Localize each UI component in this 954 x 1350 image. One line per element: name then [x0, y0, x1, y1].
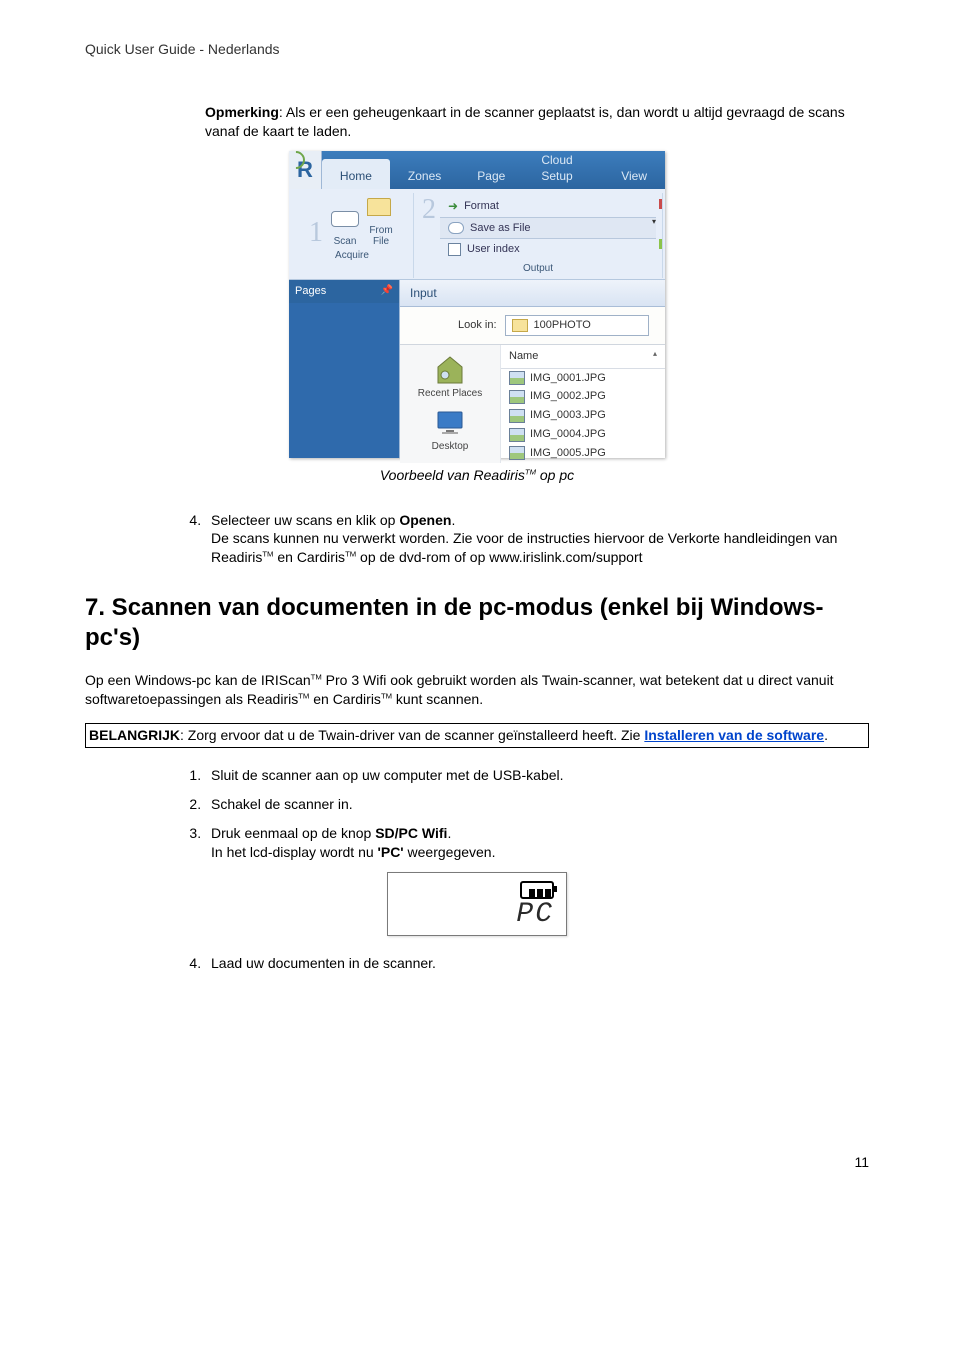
sort-caret-icon: ▴ [653, 349, 657, 364]
step-1: Sluit de scanner aan op uw computer met … [205, 766, 869, 785]
tab-cloud-setup[interactable]: Cloud Setup [523, 151, 603, 189]
opmerking-text: : Als er een geheugenkaart in de scanner… [205, 104, 845, 139]
input-dialog-title: Input [400, 280, 665, 307]
tab-home[interactable]: Home [322, 159, 390, 189]
opmerking-paragraph: Opmerking: Als er een geheugenkaart in d… [205, 103, 869, 141]
from-file-button[interactable]: From File [367, 225, 395, 247]
look-in-row: Look in: 100PHOTO [400, 307, 665, 345]
look-in-combo[interactable]: 100PHOTO [505, 315, 649, 336]
tab-view[interactable]: View [603, 151, 665, 189]
scan-button[interactable]: Scan [331, 236, 359, 247]
edge-marker-red [659, 199, 662, 209]
file-row[interactable]: IMG_0002.JPG [501, 387, 665, 406]
file-row[interactable]: IMG_0005.JPG [501, 444, 665, 463]
image-file-icon [509, 371, 525, 385]
page-number: 11 [85, 1153, 869, 1172]
step-4b: Laad uw documenten in de scanner. [205, 954, 869, 973]
readiris-screenshot: R Home Zones Page Cloud Setup View 1 Sca… [289, 151, 665, 458]
step-number-two: 2 [422, 196, 436, 224]
pages-input-area: Pages 📌 Input Look in: 100PHOTO Recent P… [289, 280, 665, 458]
lcd-display: PC [387, 872, 567, 937]
checkbox-icon [448, 243, 461, 256]
battery-icon [520, 881, 554, 899]
page-header: Quick User Guide - Nederlands [85, 40, 869, 59]
pages-panel-header: Pages 📌 [289, 280, 399, 303]
tab-zones[interactable]: Zones [390, 151, 459, 189]
arrow-right-icon: ➜ [448, 200, 458, 212]
edge-marker-green [659, 239, 662, 249]
ribbon-group-output: 2 ➜Format Save as File▾ User index Outpu… [414, 193, 663, 278]
desktop-icon [432, 408, 468, 438]
image-file-icon [509, 390, 525, 404]
file-row[interactable]: IMG_0003.JPG [501, 406, 665, 425]
chevron-down-icon: ▾ [652, 217, 656, 228]
important-box: BELANGRIJK: Zorg ervoor dat u de Twain-d… [85, 723, 869, 748]
lcd-text: PC [400, 901, 554, 929]
section-7-title: 7. Scannen van documenten in de pc-modus… [85, 593, 869, 653]
image-file-icon [509, 446, 525, 460]
from-file-icon [367, 196, 395, 218]
format-row[interactable]: ➜Format [440, 196, 656, 217]
image-file-icon [509, 409, 525, 423]
step-number-one: 1 [309, 219, 323, 247]
install-software-link[interactable]: Installeren van de software [644, 727, 824, 743]
step-2: Schakel de scanner in. [205, 795, 869, 814]
app-logo: R [289, 151, 322, 189]
column-header-name[interactable]: Name ▴ [501, 345, 665, 369]
places-bar: Recent Places Desktop [400, 345, 501, 463]
file-row[interactable]: IMG_0001.JPG [501, 369, 665, 388]
file-list: Name ▴ IMG_0001.JPG IMG_0002.JPG IMG_000… [501, 345, 665, 463]
screenshot-caption: Voorbeeld van ReadirisTM op pc [85, 466, 869, 485]
look-in-label: Look in: [458, 318, 497, 333]
user-index-row[interactable]: User index [440, 239, 656, 260]
folder-icon [512, 319, 528, 332]
ribbon-body: 1 Scan From File Acquire 2 ➜Format Save … [289, 189, 665, 280]
place-desktop[interactable]: Desktop [404, 408, 496, 454]
image-file-icon [509, 428, 525, 442]
tab-page[interactable]: Page [459, 151, 523, 189]
opmerking-bold: Opmerking [205, 104, 279, 120]
cloud-icon [448, 222, 464, 234]
place-recent[interactable]: Recent Places [404, 355, 496, 401]
file-row[interactable]: IMG_0004.JPG [501, 425, 665, 444]
section-7-intro: Op een Windows-pc kan de IRIScanTM Pro 3… [85, 671, 869, 709]
pin-icon[interactable]: 📌 [381, 284, 393, 298]
step-4: Selecteer uw scans en klik op Openen. De… [205, 511, 869, 568]
ribbon-group-acquire: 1 Scan From File Acquire [291, 193, 414, 278]
output-group-label: Output [420, 262, 656, 276]
input-dialog: Input Look in: 100PHOTO Recent Places De [399, 280, 665, 458]
scanner-icon [331, 207, 359, 229]
acquire-group-label: Acquire [297, 249, 407, 263]
ribbon-tabstrip: R Home Zones Page Cloud Setup View [289, 151, 665, 189]
save-as-file-row[interactable]: Save as File▾ [440, 217, 656, 240]
recent-places-icon [432, 355, 468, 385]
pages-sidebar: Pages 📌 [289, 280, 399, 458]
step-3: Druk eenmaal op de knop SD/PC Wifi. In h… [205, 824, 869, 862]
